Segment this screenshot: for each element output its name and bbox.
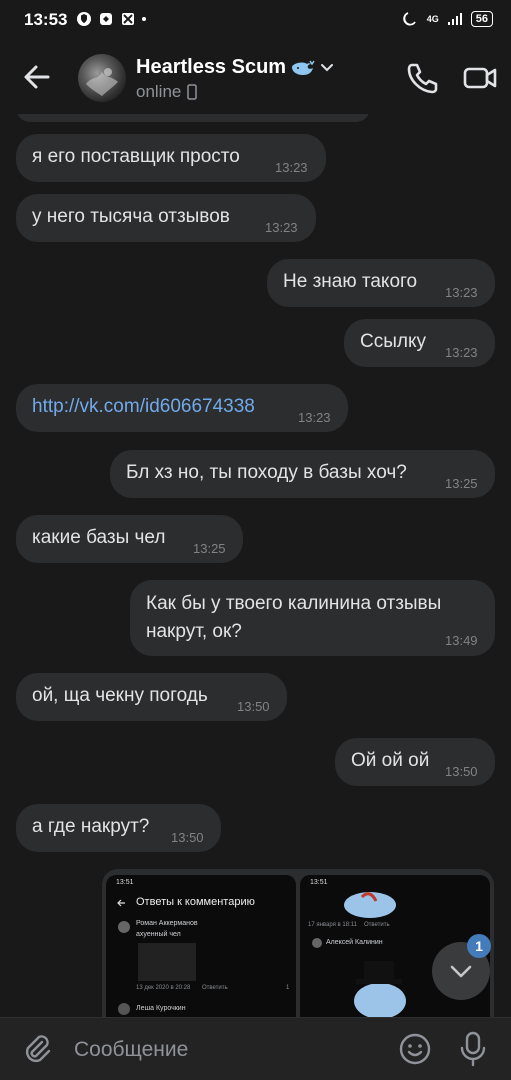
battery-indicator: 56 [470, 11, 493, 27]
shot1-avatar-2 [118, 1003, 130, 1015]
network-label: 4G [426, 14, 439, 24]
contact-title-row[interactable]: Heartless Scum [136, 56, 334, 79]
status-time: 13:53 [24, 10, 68, 29]
mobile-phone-icon [187, 84, 198, 100]
message-bubble[interactable]: Ссылку 13:23 [344, 319, 495, 367]
emoji-smile-icon[interactable] [398, 1032, 432, 1066]
shot1-likes: 1 [286, 985, 290, 991]
whale-emoji-icon [292, 60, 315, 75]
shot1-time: 13:51 [116, 879, 134, 886]
shot1-attached-image [138, 943, 196, 981]
message-bubble-partial[interactable] [16, 114, 370, 122]
message-bubble[interactable]: у него тысяча отзывов 13:23 [16, 194, 316, 242]
shot1-title: Ответы к комментарию [136, 896, 255, 908]
more-dot-icon [142, 17, 146, 21]
message-text: Не знаю такого [283, 271, 418, 292]
sticker-mouse-icon [344, 892, 396, 918]
shot1-reply: Ответить [202, 985, 228, 991]
app2-notification-icon [122, 13, 134, 25]
message-text: Ой ой ой [351, 750, 430, 771]
message-bubble[interactable]: я его поставщик просто 13:23 [16, 134, 326, 182]
message-text: у него тысяча отзывов [32, 206, 230, 227]
chat-header: Heartless Scum online [0, 40, 511, 114]
message-time: 13:23 [265, 220, 298, 235]
sticker-hat-icon [354, 961, 406, 1017]
message-text: а где накрут? [32, 816, 150, 837]
contact-name: Heartless Scum [136, 56, 287, 78]
phone-call-icon[interactable] [404, 60, 440, 96]
video-call-icon[interactable] [462, 60, 498, 96]
message-bubble[interactable]: Ой ой ой 13:50 [335, 738, 495, 786]
message-list[interactable]: я его поставщик просто 13:23 у него тыся… [0, 114, 511, 1017]
message-bubble[interactable]: Бл хз но, ты походу в базы хоч? 13:25 [110, 450, 495, 498]
shot1-back-icon [117, 899, 125, 907]
message-text: Как бы у твоего калинина отзывы накрут, … [146, 593, 442, 642]
message-text: Бл хз но, ты походу в базы хоч? [126, 462, 407, 483]
microphone-icon[interactable] [456, 1030, 490, 1068]
moon-icon [402, 12, 416, 26]
message-time: 13:50 [445, 764, 478, 779]
shot2-date: 17 января в 18:11 [308, 922, 357, 928]
shot2-time: 13:51 [310, 879, 328, 886]
shot1-date: 13 дек 2020 в 20:28 [136, 985, 191, 991]
online-status: online [136, 82, 182, 101]
shield-notification-icon [77, 12, 91, 26]
shot2-author: Алексей Калинин [326, 939, 383, 946]
message-bubble[interactable]: а где накрут? 13:50 [16, 804, 221, 852]
attached-screenshot-1[interactable]: 13:51 Ответы к комментарию Роман Аккерма… [106, 875, 296, 1017]
message-bubble[interactable]: ой, ща чекну погодь 13:50 [16, 673, 287, 721]
shot2-avatar [312, 938, 322, 948]
message-text: какие базы чел [32, 527, 166, 548]
shot1-avatar [118, 921, 130, 933]
message-time: 13:23 [298, 410, 331, 425]
message-time: 13:25 [445, 476, 478, 491]
message-composer [0, 1017, 511, 1080]
message-time: 13:25 [193, 541, 226, 556]
shot1-next-author: Леша Курочкин [136, 1005, 186, 1012]
message-time: 13:49 [445, 633, 478, 648]
unread-count-badge: 1 [467, 934, 491, 958]
message-input[interactable] [74, 1032, 384, 1068]
shot2-reply: Ответить [364, 922, 390, 928]
message-time: 13:23 [445, 345, 478, 360]
signal-icon [447, 13, 462, 25]
chevron-down-icon[interactable] [320, 63, 334, 73]
message-text: я его поставщик просто [32, 146, 240, 167]
shot1-comment: ахуенный чел [136, 931, 181, 938]
avatar-image [86, 68, 118, 96]
message-bubble[interactable]: http://vk.com/id606674338 13:23 [16, 384, 348, 432]
message-bubble[interactable]: Не знаю такого 13:23 [267, 259, 495, 307]
message-bubble[interactable]: Как бы у твоего калинина отзывы накрут, … [130, 580, 495, 656]
app-notification-icon [100, 13, 112, 25]
message-time: 13:23 [445, 285, 478, 300]
message-link[interactable]: http://vk.com/id606674338 [32, 395, 255, 419]
status-bar: 13:53 4G 56 [0, 0, 511, 40]
shot1-author: Роман Аккерманов [136, 920, 198, 927]
paperclip-icon[interactable] [20, 1032, 54, 1066]
message-text: Ссылку [360, 331, 426, 352]
message-bubble[interactable]: какие базы чел 13:25 [16, 515, 243, 563]
avatar[interactable] [78, 54, 126, 102]
back-arrow-icon[interactable] [20, 60, 54, 94]
message-time: 13:50 [237, 699, 270, 714]
message-text: ой, ща чекну погодь [32, 685, 208, 706]
message-time: 13:50 [171, 830, 204, 845]
message-time: 13:23 [275, 160, 308, 175]
